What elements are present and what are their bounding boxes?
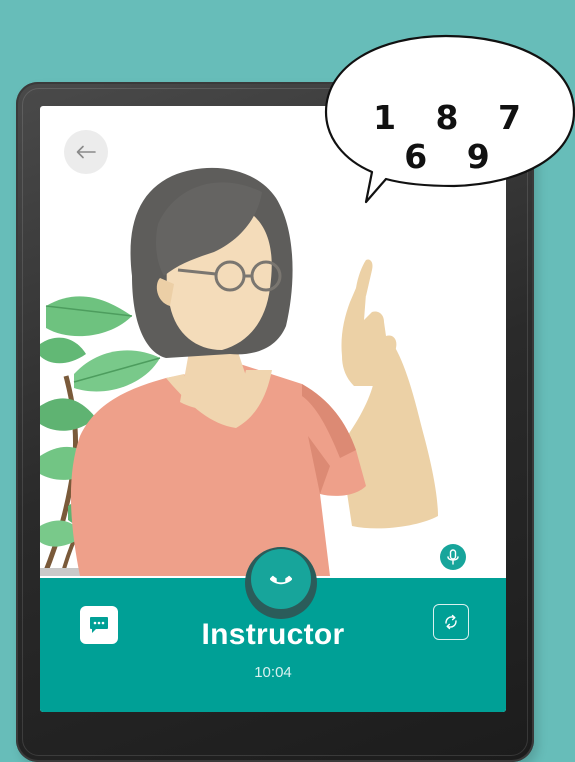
microphone-button[interactable] <box>440 544 466 570</box>
caller-name: Instructor <box>201 618 345 651</box>
end-call-button[interactable] <box>251 549 311 609</box>
arrow-left-icon <box>76 145 96 159</box>
phone-icon <box>270 575 292 585</box>
back-button[interactable] <box>64 130 108 174</box>
speech-bubble-text: 1 8 7 6 9 <box>373 98 535 176</box>
microphone-icon <box>447 549 459 565</box>
call-timer: 10:04 <box>254 664 292 681</box>
